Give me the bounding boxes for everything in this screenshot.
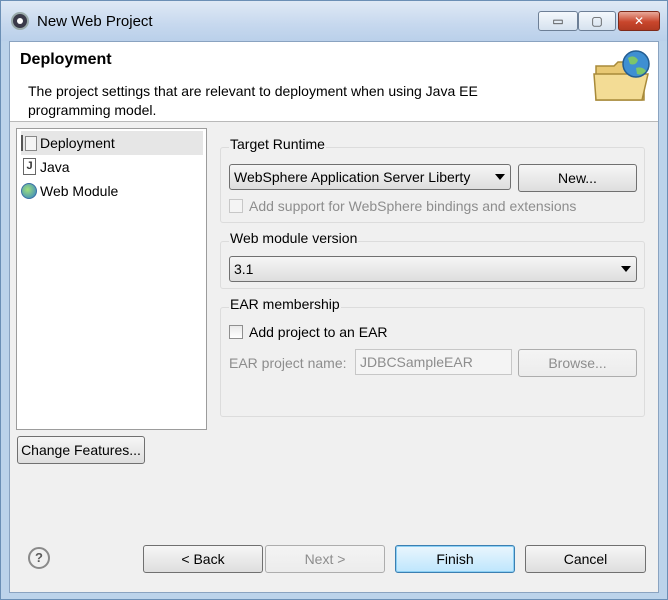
websphere-bindings-checkbox[interactable]: Add support for WebSphere bindings and e… (229, 198, 576, 214)
browse-button[interactable]: Browse... (518, 349, 637, 377)
add-to-ear-checkbox[interactable]: Add project to an EAR (229, 324, 388, 340)
web-module-icon (21, 183, 37, 199)
checkbox-box (229, 325, 243, 339)
page-description: The project settings that are relevant t… (28, 83, 478, 118)
title-bar[interactable]: New Web Project ▭ ▢ ✕ (1, 1, 667, 41)
cancel-button[interactable]: Cancel (525, 545, 646, 573)
new-runtime-button[interactable]: New... (518, 164, 637, 192)
web-project-wizard-icon (593, 50, 650, 101)
maximize-button[interactable]: ▢ (578, 11, 616, 31)
change-features-button[interactable]: Change Features... (17, 436, 145, 464)
java-file-icon (21, 158, 37, 175)
ear-project-name-label: EAR project name: (229, 355, 347, 371)
web-module-version-combo[interactable]: 3.1 (229, 256, 637, 282)
web-module-version-label: Web module version (229, 230, 359, 246)
next-button[interactable]: Next > (265, 545, 385, 573)
ear-project-name-input[interactable]: JDBCSampleEAR (355, 349, 512, 375)
add-to-ear-label: Add project to an EAR (249, 324, 388, 340)
minimize-button[interactable]: ▭ (538, 11, 578, 31)
checkbox-box (229, 199, 243, 213)
target-runtime-value: WebSphere Application Server Liberty (234, 169, 471, 185)
wizard-page-tree[interactable]: Deployment Java Web Module (16, 128, 207, 430)
target-runtime-label: Target Runtime (229, 136, 326, 152)
websphere-bindings-label: Add support for WebSphere bindings and e… (249, 198, 577, 214)
ear-membership-label: EAR membership (229, 296, 341, 312)
close-button[interactable]: ✕ (618, 11, 660, 31)
back-button[interactable]: < Back (143, 545, 263, 573)
eclipse-app-icon (11, 12, 29, 30)
chevron-down-icon (495, 174, 505, 180)
web-module-version-value: 3.1 (234, 261, 254, 277)
target-runtime-group: Target Runtime WebSphere Application Ser… (220, 136, 645, 223)
target-runtime-combo[interactable]: WebSphere Application Server Liberty (229, 164, 511, 190)
window-title: New Web Project (37, 13, 153, 30)
web-module-version-group: Web module version 3.1 (220, 230, 645, 289)
wizard-header: Deployment The project settings that are… (10, 42, 658, 122)
page-title: Deployment (20, 51, 112, 68)
tree-item-web-module[interactable]: Web Module (21, 179, 118, 203)
chevron-down-icon (621, 266, 631, 272)
help-icon[interactable]: ? (28, 547, 50, 569)
dialog-window: New Web Project ▭ ▢ ✕ Deployment The pro… (0, 0, 668, 600)
tree-item-java[interactable]: Java (21, 155, 70, 179)
tree-item-label: Deployment (40, 135, 115, 151)
deployment-icon (21, 135, 37, 151)
finish-button[interactable]: Finish (395, 545, 515, 573)
dialog-client-area: Deployment The project settings that are… (9, 41, 659, 593)
ear-membership-group: EAR membership Add project to an EAR EAR… (220, 296, 645, 417)
tree-item-label: Java (40, 159, 70, 175)
tree-item-label: Web Module (40, 183, 119, 199)
tree-item-deployment[interactable]: Deployment (21, 131, 203, 155)
